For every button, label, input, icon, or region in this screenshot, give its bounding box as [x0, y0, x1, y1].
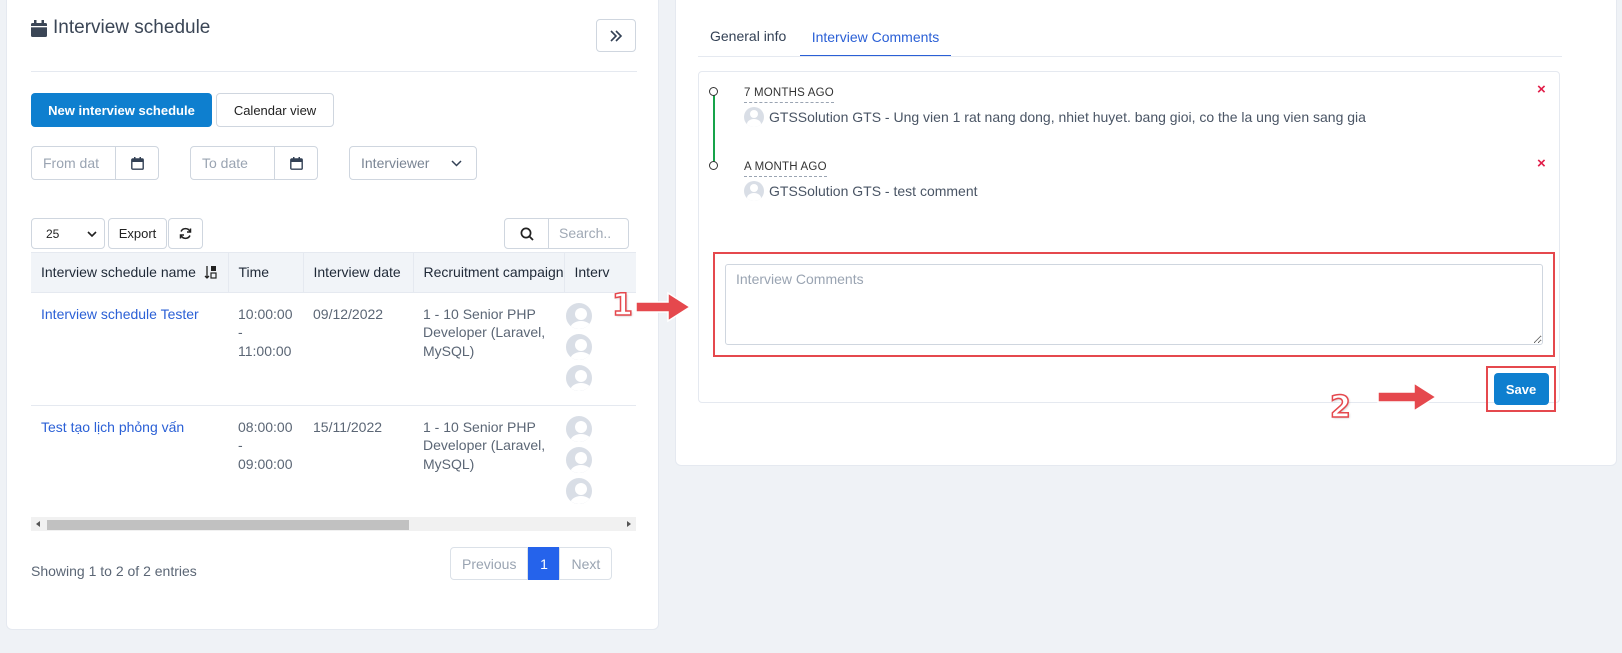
- comment-time: A MONTH AGO: [744, 161, 827, 177]
- panel-title-text: Interview schedule: [53, 17, 211, 38]
- avatar: [564, 444, 594, 475]
- double-chevron-right-icon: [610, 29, 623, 42]
- campaign-cell: 1 - 10 Senior PHP Developer (Laravel, My…: [413, 405, 564, 516]
- campaign-cell: 1 - 10 Senior PHP Developer (Laravel, My…: [413, 292, 564, 406]
- save-button[interactable]: Save: [1493, 373, 1549, 405]
- avatar: [564, 475, 594, 506]
- delete-comment-icon[interactable]: ×: [1537, 155, 1546, 172]
- tab-interview-comments[interactable]: Interview Comments: [800, 18, 951, 56]
- from-date-picker[interactable]: From dat: [31, 146, 159, 180]
- next-page-button[interactable]: Next: [559, 547, 613, 580]
- avatar: [564, 331, 594, 362]
- calendar-icon[interactable]: [275, 147, 317, 179]
- page-1-button[interactable]: 1: [528, 547, 560, 580]
- calendar-icon: [31, 19, 47, 37]
- pagination: Previous 1 Next: [450, 547, 613, 580]
- search-input[interactable]: Search..: [549, 219, 628, 248]
- entries-info: Showing 1 to 2 of 2 entries: [31, 563, 197, 579]
- sort-icon[interactable]: [204, 265, 217, 280]
- refresh-icon: [179, 227, 192, 240]
- timeline-dot: [709, 161, 718, 170]
- horizontal-scrollbar[interactable]: [31, 517, 636, 531]
- date-cell: 09/12/2022: [303, 292, 413, 406]
- column-header-date[interactable]: Interview date: [303, 253, 414, 293]
- delete-comment-icon[interactable]: ×: [1537, 81, 1546, 98]
- schedule-name-link[interactable]: Interview schedule Tester: [31, 292, 228, 406]
- column-header-name[interactable]: Interview schedule name: [31, 253, 229, 293]
- refresh-button[interactable]: [168, 218, 203, 249]
- chevron-down-icon: [87, 230, 97, 237]
- avatar: [744, 107, 764, 127]
- detail-panel: General info Interview Comments 7 MONTHS…: [675, 0, 1617, 466]
- interviewer-select[interactable]: Interviewer: [349, 146, 477, 180]
- panel-title: Interview schedule: [31, 17, 210, 39]
- scroll-right-icon[interactable]: [625, 517, 633, 531]
- column-header-time[interactable]: Time: [228, 253, 304, 293]
- interview-schedule-panel: Interview schedule New interview schedul…: [6, 0, 659, 630]
- chevron-down-icon: [451, 159, 462, 167]
- schedule-table: Interview schedule name Time Interview d…: [31, 252, 636, 516]
- avatar: [564, 362, 594, 393]
- step-1-label: 1: [611, 287, 633, 324]
- column-header-interviewer[interactable]: Interv: [564, 253, 636, 293]
- page-length-value: 25: [46, 226, 60, 241]
- timeline-line: [713, 92, 715, 167]
- from-date-input[interactable]: From dat: [32, 147, 116, 179]
- interviewer-select-label: Interviewer: [361, 155, 430, 171]
- timeline-dot: [709, 87, 718, 96]
- comment-textarea[interactable]: [725, 264, 1543, 345]
- to-date-input[interactable]: To date: [191, 147, 275, 179]
- collapse-button[interactable]: [596, 19, 636, 52]
- table-row: Interview schedule Tester 10:00:00 - 11:…: [31, 292, 636, 406]
- new-interview-schedule-button[interactable]: New interview schedule: [31, 93, 212, 127]
- tab-general-info[interactable]: General info: [710, 28, 786, 44]
- column-header-campaign[interactable]: Recruitment campaign: [413, 253, 565, 293]
- save-button-highlight: Save: [1486, 366, 1556, 412]
- avatar: [744, 181, 764, 201]
- divider: [31, 71, 637, 72]
- scroll-left-icon[interactable]: [34, 517, 42, 531]
- date-cell: 15/11/2022: [303, 405, 413, 516]
- time-cell: 08:00:00 - 09:00:00: [228, 405, 303, 516]
- tab-bar: General info Interview Comments: [698, 1, 1562, 67]
- time-cell: 10:00:00 - 11:00:00: [228, 292, 303, 406]
- table-header-row: Interview schedule name Time Interview d…: [31, 253, 636, 293]
- comment-item: A MONTH AGO GTSSolution GTS - test comme…: [744, 157, 978, 201]
- page-length-select[interactable]: 25: [31, 218, 105, 249]
- table-row: Test tạo lịch phỏng vấn 08:00:00 - 09:00…: [31, 405, 636, 516]
- step-2-label: 2: [1329, 389, 1351, 426]
- tab-divider: [698, 56, 1562, 57]
- comment-text: GTSSolution GTS - Ung vien 1 rat nang do…: [769, 109, 1366, 125]
- arrow-right-icon: [635, 291, 692, 323]
- avatar: [564, 413, 594, 444]
- interviewer-cell: [564, 405, 636, 516]
- export-button[interactable]: Export: [108, 218, 167, 249]
- search-icon[interactable]: [505, 219, 549, 248]
- comment-text: GTSSolution GTS - test comment: [769, 183, 978, 199]
- comments-box: 7 MONTHS AGO GTSSolution GTS - Ung vien …: [698, 71, 1560, 412]
- comment-input-highlight: [713, 252, 1555, 357]
- comment-item: 7 MONTHS AGO GTSSolution GTS - Ung vien …: [744, 83, 1366, 127]
- calendar-view-button[interactable]: Calendar view: [216, 93, 334, 127]
- calendar-icon[interactable]: [116, 147, 158, 179]
- previous-page-button[interactable]: Previous: [450, 547, 529, 580]
- arrow-right-icon: [1377, 381, 1438, 413]
- to-date-picker[interactable]: To date: [190, 146, 318, 180]
- scroll-thumb[interactable]: [47, 520, 409, 530]
- avatar: [564, 300, 594, 331]
- schedule-name-link[interactable]: Test tạo lịch phỏng vấn: [31, 405, 228, 516]
- search-box[interactable]: Search..: [504, 218, 629, 249]
- comment-time: 7 MONTHS AGO: [744, 87, 834, 103]
